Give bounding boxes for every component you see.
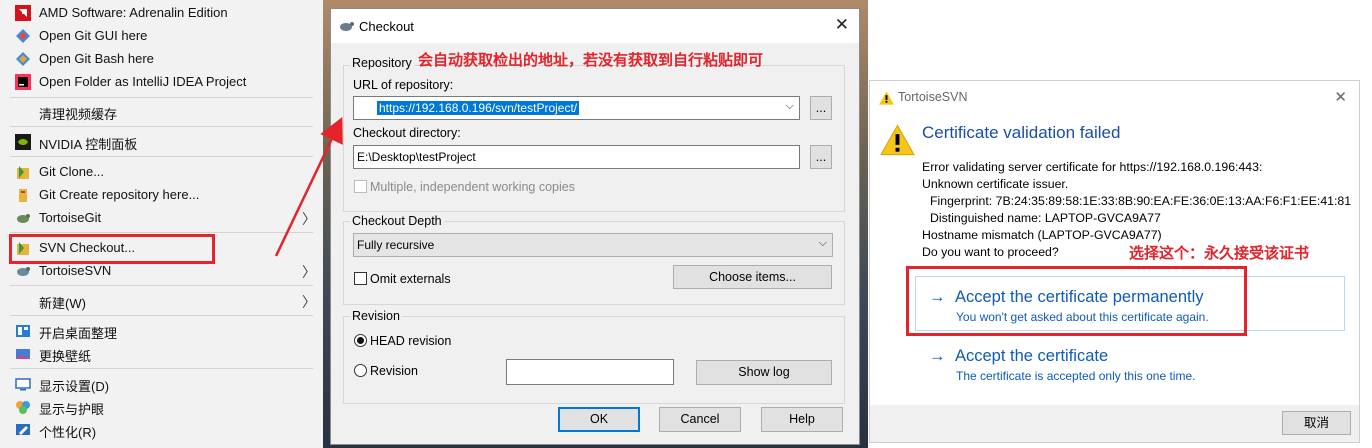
menu-item-intellij[interactable]: Open Folder as IntelliJ IDEA Project [0,71,320,93]
warning-small-icon [879,91,894,105]
revision-input[interactable] [506,359,674,385]
cancel-button[interactable]: 取消 [1282,411,1351,435]
warning-icon [880,124,915,156]
menu-item-eye-care[interactable]: 显示与护眼 [0,396,320,418]
depth-value: Fully recursive [357,238,435,252]
menu-item-clear-video-cache[interactable]: 清理视频缓存 [0,101,320,123]
show-log-button[interactable]: Show log [696,360,832,385]
url-value: https://192.168.0.196/svn/testProject/ [377,101,580,115]
accept-once-sub: The certificate is accepted only this on… [956,369,1196,383]
revision-label: Revision [370,364,418,378]
menu-separator [10,285,313,286]
eye-care-icon [16,401,30,414]
cert-footer: 取消 [870,405,1359,442]
choose-items-button[interactable]: Choose items... [673,265,832,289]
submenu-chevron-icon: 〉 [302,294,316,310]
menu-separator [10,156,313,157]
wallpaper-icon [16,349,30,359]
cert-line-fingerprint: Fingerprint: 7B:24:35:89:58:1E:33:8B:90:… [930,194,1352,208]
git-gui-icon [16,29,30,43]
menu-item-amd[interactable]: AMD Software: Adrenalin Edition [0,2,320,24]
tortoisegit-icon [17,214,30,223]
depth-group-label: Checkout Depth [350,214,444,228]
menu-item-nvidia[interactable]: NVIDIA 控制面板 [0,131,320,153]
tortoise-icon [340,22,354,31]
revision-radio[interactable] [354,364,367,377]
personalize-icon [16,424,30,435]
url-label: URL of repository: [353,78,454,92]
help-button[interactable]: Help [761,407,843,432]
chevron-down-icon: ⌵ [818,237,827,249]
cert-window-title: TortoiseSVN [898,90,968,104]
menu-separator [10,315,313,316]
head-revision-radio[interactable] [354,334,367,347]
git-create-icon [19,189,27,202]
accept-once-title: Accept the certificate [955,347,1109,365]
ok-button[interactable]: OK [558,407,640,432]
cert-annotation: 选择这个：永久接受该证书 [1129,244,1310,262]
close-icon[interactable]: ✕ [835,15,849,35]
menu-item-new[interactable]: 新建(W) 〉 [0,290,320,312]
menu-item-git-create-repo[interactable]: Git Create repository here... [0,184,320,206]
menu-item-git-clone[interactable]: Git Clone... [0,161,320,183]
cancel-button[interactable]: Cancel [659,407,741,432]
cert-heading: Certificate validation failed [922,123,1121,142]
menu-item-desktop-organize[interactable]: 开启桌面整理 [0,320,320,342]
cert-line-issuer: Unknown certificate issuer. [922,177,1069,191]
desktop-organize-icon [16,325,30,337]
depth-select[interactable]: Fully recursive ⌵ [353,233,833,257]
dir-label: Checkout directory: [353,126,461,140]
repository-group-label: Repository [350,56,414,70]
menu-item-git-bash[interactable]: Open Git Bash here [0,48,320,70]
cert-dialog: TortoiseSVN ✕ Certificate validation fai… [869,80,1360,443]
accept-once-option[interactable]: → Accept the certificate The certificate… [911,347,1286,387]
cert-line-dn: Distinguished name: LAPTOP-GVCA9A77 [930,211,1161,225]
highlight-box [906,266,1247,336]
display-settings-icon [15,378,31,391]
tortoisesvn-icon [17,267,30,276]
menu-item-display-settings[interactable]: 显示设置(D) [0,373,320,395]
repository-annotation: 会自动获取检出的地址，若没有获取到自行粘贴即可 [418,51,764,69]
cert-line-error: Error validating server certificate for … [922,160,1263,174]
arrow-right-icon: → [929,347,946,365]
menu-separator [10,368,313,369]
menu-separator [10,126,313,127]
nvidia-icon [15,134,31,150]
omit-externals-checkbox[interactable] [354,272,367,285]
amd-icon [15,5,31,21]
menu-item-tortoisegit[interactable]: TortoiseGit 〉 [0,207,320,229]
git-bash-icon [16,52,30,66]
highlight-box [9,234,215,264]
checkout-dialog: Checkout ✕ Repository 会自动获取检出的地址，若没有获取到自… [330,8,860,445]
dir-browse-button[interactable]: ... [810,145,832,169]
submenu-chevron-icon: 〉 [302,264,316,280]
head-revision-label: HEAD revision [370,334,452,348]
close-icon[interactable]: ✕ [1334,88,1347,106]
menu-separator [10,232,313,233]
context-menu: AMD Software: Adrenalin Edition Open Git… [0,0,323,448]
multiple-copies-label: Multiple, independent working copies [370,180,575,194]
menu-separator [10,97,313,98]
omit-externals-label: Omit externals [370,272,451,286]
checkout-titlebar[interactable]: Checkout ✕ [331,9,859,43]
intellij-icon [15,74,31,90]
checkout-dir-input[interactable]: E:\Desktop\testProject [353,145,800,169]
chevron-down-icon: ⌵ [785,100,794,112]
url-browse-button[interactable]: ... [810,96,832,120]
checkout-title: Checkout [359,19,414,34]
multiple-copies-checkbox[interactable] [354,180,367,193]
submenu-chevron-icon: 〉 [302,211,316,227]
git-clone-icon [17,166,29,179]
menu-item-personalize[interactable]: 个性化(R) [0,419,320,441]
url-combobox[interactable]: https://192.168.0.196/svn/testProject/ ⌵ [353,96,800,120]
menu-item-wallpaper[interactable]: 更换壁纸 [0,343,320,365]
menu-item-git-gui[interactable]: Open Git GUI here [0,25,320,47]
revision-group-label: Revision [350,309,402,323]
